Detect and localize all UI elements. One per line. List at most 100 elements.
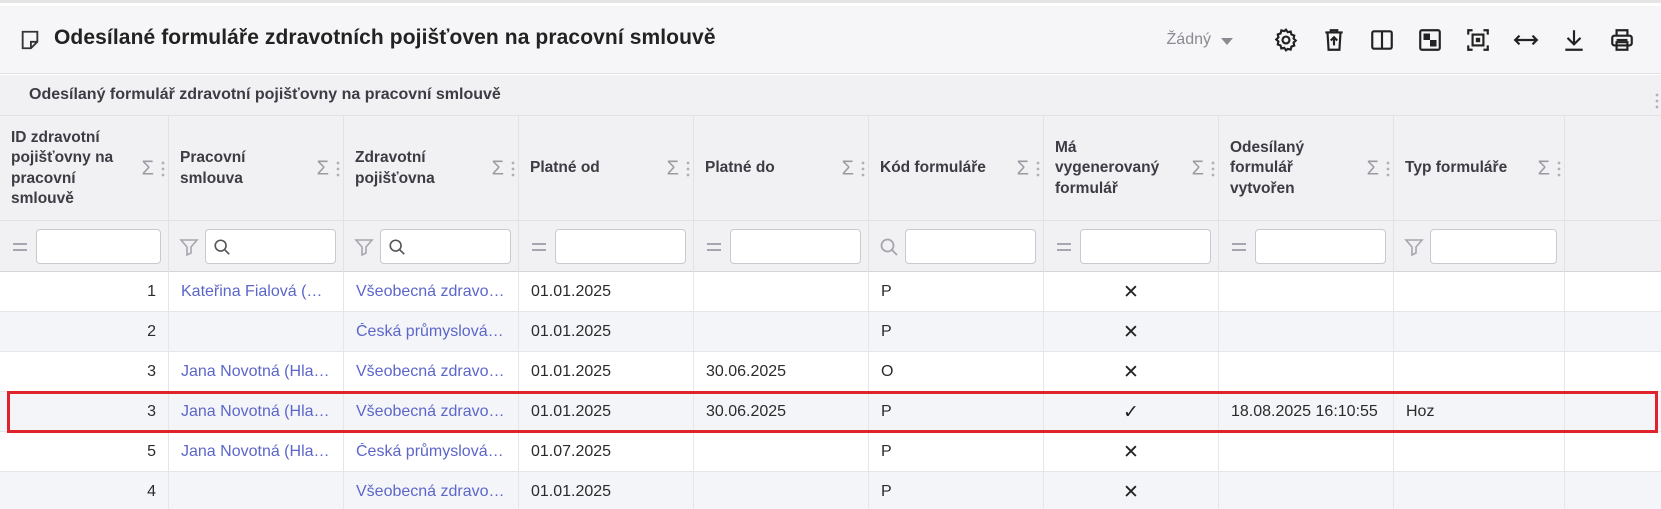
equals-icon[interactable] xyxy=(10,237,30,257)
cell-text[interactable]: Česká průmyslová … xyxy=(356,443,506,461)
table-row[interactable]: 3 Jana Novotná (Hla… Všeobecná zdravot… 01.… xyxy=(0,352,1661,392)
filter-operator[interactable] xyxy=(704,237,724,257)
cell-text: 1 xyxy=(147,283,156,300)
cell-contract[interactable]: Jana Novotná (Hla… xyxy=(169,432,344,472)
filter-input-insurer[interactable] xyxy=(380,229,511,264)
more-vertical-icon[interactable] xyxy=(1386,161,1390,177)
more-vertical-icon[interactable] xyxy=(161,161,165,177)
equals-icon[interactable] xyxy=(529,237,549,257)
group-header-label: Odesílaný formulář zdravotní pojišťovny … xyxy=(29,86,501,103)
more-vertical-icon[interactable] xyxy=(1655,93,1659,109)
filter-input-contract[interactable] xyxy=(205,229,336,264)
cell-contract[interactable]: Jana Novotná (Hla… xyxy=(169,352,344,392)
sigma-icon[interactable]: Σ xyxy=(1367,157,1379,180)
sigma-icon[interactable]: Σ xyxy=(492,157,504,180)
sigma-icon[interactable]: Σ xyxy=(1192,157,1204,180)
column-header-form-code[interactable]: Kód formuláře Σ xyxy=(869,116,1044,221)
sigma-icon[interactable]: Σ xyxy=(317,157,329,180)
funnel-icon[interactable] xyxy=(354,237,374,257)
sigma-icon[interactable]: Σ xyxy=(1017,157,1029,180)
search-icon[interactable] xyxy=(879,237,899,257)
column-header-form-type[interactable]: Typ formuláře Σ xyxy=(1394,116,1565,221)
column-header-form-created[interactable]: Odesílaný formulář vytvořen Σ xyxy=(1219,116,1394,221)
funnel-icon[interactable] xyxy=(179,237,199,257)
cell-text[interactable]: Všeobecná zdravot… xyxy=(356,283,506,301)
table-row[interactable]: 5 Jana Novotná (Hla… Česká průmyslová … 01.… xyxy=(0,432,1661,472)
column-header-insurer[interactable]: Zdravotní pojišťovna Σ xyxy=(344,116,519,221)
cell-text[interactable]: Kateřina Fialová (Hl… xyxy=(181,283,331,301)
cell-valid-to: 30.06.2025 xyxy=(694,392,869,432)
select-view-button[interactable] xyxy=(1417,27,1443,53)
more-vertical-icon[interactable] xyxy=(861,161,865,177)
filter-input-valid-to[interactable] xyxy=(730,229,861,264)
print-button[interactable] xyxy=(1609,27,1635,53)
equals-icon[interactable] xyxy=(1054,237,1074,257)
settings-button[interactable] xyxy=(1273,27,1299,53)
filter-input-id[interactable] xyxy=(36,229,161,264)
cell-text[interactable]: Všeobecná zdravot… xyxy=(356,363,506,381)
cell-text: P xyxy=(881,403,892,420)
cell-text[interactable]: Všeobecná zdravot… xyxy=(356,403,506,421)
layout-select[interactable]: Žádný xyxy=(1167,31,1233,49)
cell-text[interactable]: Jana Novotná (Hla… xyxy=(181,363,330,381)
filter-input-form-created[interactable] xyxy=(1255,229,1386,264)
filter-operator[interactable] xyxy=(1404,237,1424,257)
column-header-has-form[interactable]: Má vygenerovaný formulář Σ xyxy=(1044,116,1219,221)
filter-operator[interactable] xyxy=(10,237,30,257)
cell-insurer[interactable]: Česká průmyslová … xyxy=(344,312,519,352)
more-vertical-icon[interactable] xyxy=(1211,161,1215,177)
cell-insurer[interactable]: Všeobecná zdravot… xyxy=(344,472,519,509)
cell-text[interactable]: Všeobecná zdravot… xyxy=(356,483,506,501)
table-row[interactable]: 1 Kateřina Fialová (Hl… Všeobecná zdravot…… xyxy=(0,272,1661,312)
split-view-button[interactable] xyxy=(1369,27,1395,53)
column-header-valid-to[interactable]: Platné do Σ xyxy=(694,116,869,221)
more-vertical-icon[interactable] xyxy=(1557,161,1561,177)
equals-icon[interactable] xyxy=(704,237,724,257)
download-button[interactable] xyxy=(1561,27,1587,53)
cell-text: 3 xyxy=(147,403,156,420)
column-header-id[interactable]: ID zdravotní pojišťovny na pracovní smlo… xyxy=(0,116,169,221)
filter-input-has-form[interactable] xyxy=(1080,229,1211,264)
cell-insurer[interactable]: Česká průmyslová … xyxy=(344,432,519,472)
cell-contract[interactable]: Jana Novotná (Hla… xyxy=(169,392,344,432)
funnel-icon[interactable] xyxy=(1404,237,1424,257)
cell-text[interactable]: Jana Novotná (Hla… xyxy=(181,443,330,461)
grid-body: 1 Kateřina Fialová (Hl… Všeobecná zdravot…… xyxy=(0,272,1661,509)
filter-operator[interactable] xyxy=(529,237,549,257)
filter-input-form-code[interactable] xyxy=(905,229,1036,264)
filter-input-valid-from[interactable] xyxy=(555,229,686,264)
cell-contract[interactable]: Kateřina Fialová (Hl… xyxy=(169,272,344,312)
sigma-icon[interactable]: Σ xyxy=(142,157,154,180)
column-header-valid-from[interactable]: Platné od Σ xyxy=(519,116,694,221)
delete-button[interactable] xyxy=(1321,27,1347,53)
cell-insurer[interactable]: Všeobecná zdravot… xyxy=(344,272,519,312)
filter-operator[interactable] xyxy=(879,237,899,257)
filter-operator[interactable] xyxy=(1054,237,1074,257)
table-row[interactable]: 4 Všeobecná zdravot… 01.01.2025 P ✕ xyxy=(0,472,1661,509)
table-row[interactable]: 2 Česká průmyslová … 01.01.2025 P ✕ xyxy=(0,312,1661,352)
cell-text: 18.08.2025 16:10:55 xyxy=(1231,403,1378,420)
sigma-icon[interactable]: Σ xyxy=(842,157,854,180)
column-header-contract[interactable]: Pracovní smlouva Σ xyxy=(169,116,344,221)
filter-input-form-type[interactable] xyxy=(1430,229,1557,264)
cell-insurer[interactable]: Všeobecná zdravot… xyxy=(344,352,519,392)
fit-screen-button[interactable] xyxy=(1465,27,1491,53)
cell-insurer[interactable]: Všeobecná zdravot… xyxy=(344,392,519,432)
cell-form-code: P xyxy=(869,432,1044,472)
filter-operator[interactable] xyxy=(1229,237,1249,257)
cell-text[interactable]: Česká průmyslová … xyxy=(356,323,506,341)
filter-operator[interactable] xyxy=(354,237,374,257)
table-row-highlighted[interactable]: 3 Jana Novotná (Hla… Všeobecná zdravot… 01.… xyxy=(0,392,1661,432)
filter-operator[interactable] xyxy=(179,237,199,257)
more-vertical-icon[interactable] xyxy=(1036,161,1040,177)
more-vertical-icon[interactable] xyxy=(511,161,515,177)
more-vertical-icon[interactable] xyxy=(686,161,690,177)
expand-width-button[interactable] xyxy=(1513,27,1539,53)
cell-text[interactable]: Jana Novotná (Hla… xyxy=(181,403,330,421)
more-vertical-icon[interactable] xyxy=(336,161,340,177)
cell-form-code: P xyxy=(869,272,1044,312)
sigma-icon[interactable]: Σ xyxy=(1538,157,1550,180)
filter-cell-contract xyxy=(169,221,344,272)
sigma-icon[interactable]: Σ xyxy=(667,157,679,180)
equals-icon[interactable] xyxy=(1229,237,1249,257)
